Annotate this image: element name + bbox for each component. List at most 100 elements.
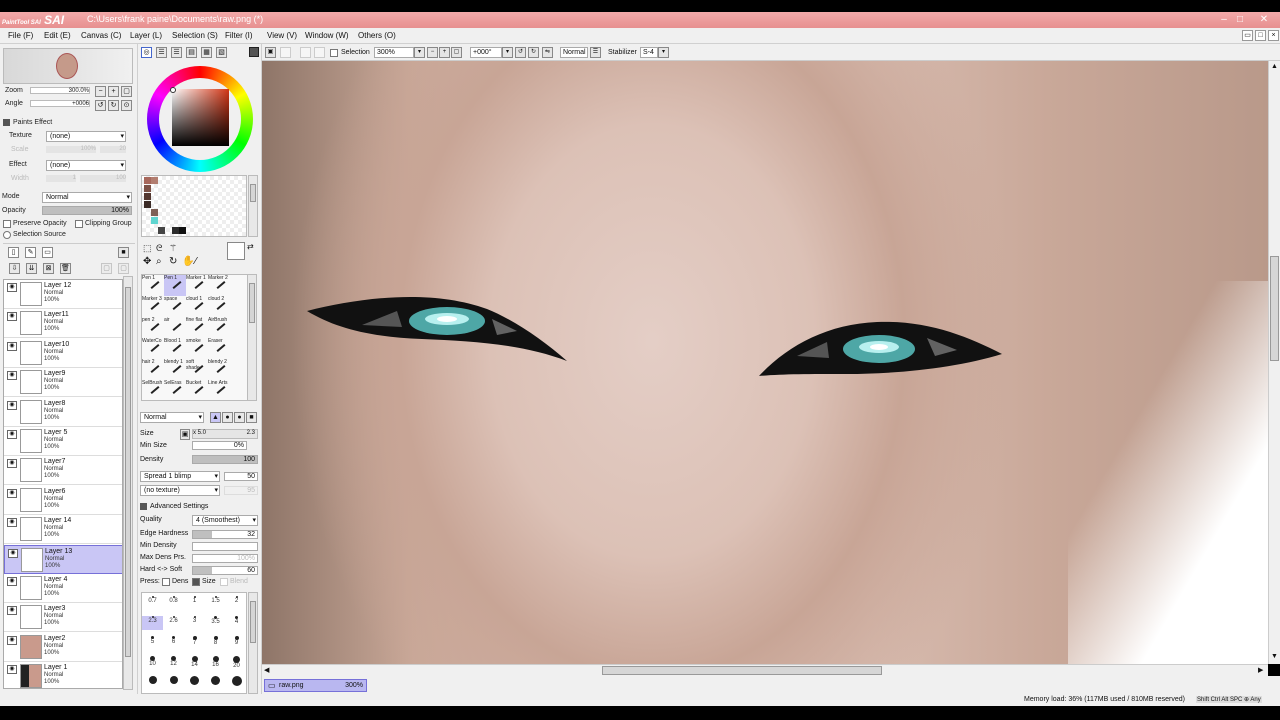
brush-tool[interactable]: space (164, 296, 186, 317)
view-mode-combo[interactable]: Normal (560, 47, 588, 58)
size-multiplier-button[interactable]: ▣ (180, 429, 190, 440)
brush-size-preset[interactable]: 2.6 (163, 616, 184, 630)
brush-size-preset[interactable]: 12 (163, 656, 184, 670)
scroll-left-icon[interactable]: ◀ (264, 666, 269, 674)
zoom-fit-icon[interactable]: ▢ (451, 47, 462, 58)
brush-tool[interactable]: Pen 1 (142, 275, 164, 296)
brush-size-preset[interactable]: 5 (142, 636, 163, 650)
layer-row[interactable]: ◉ Layer 5 Normal 100% (4, 427, 122, 456)
brush-tool[interactable]: Marker 2 (208, 275, 230, 296)
eye-icon[interactable]: ◉ (7, 283, 17, 292)
brush-size-preset[interactable] (184, 676, 205, 690)
brush-texture-select[interactable]: (no texture) (140, 485, 220, 496)
brush-shape-soft-button[interactable]: ● (222, 412, 233, 423)
paints-effect-collapse-icon[interactable] (3, 119, 10, 126)
brush-size-preset[interactable] (142, 676, 163, 690)
brush-tool[interactable]: Pen 1 (164, 275, 186, 296)
color-mix-tab[interactable]: ▤ (186, 47, 197, 58)
menu-canvas[interactable]: Canvas (C) (81, 31, 121, 40)
swatch-scrollbar[interactable] (248, 175, 258, 237)
mdi-maximize-button[interactable]: □ (1255, 30, 1266, 41)
brush-tool[interactable]: Line Arts (208, 380, 230, 401)
brush-tool[interactable]: Blood 1 (164, 338, 186, 359)
brush-shape-round-button[interactable]: ● (234, 412, 245, 423)
canvas-vertical-scroll-thumb[interactable] (1270, 256, 1279, 361)
lasso-icon[interactable]: ᘓ (156, 243, 162, 254)
hand-tool-icon[interactable]: ✋ (182, 256, 194, 267)
brush-size-preset[interactable]: 2.3 (142, 616, 163, 630)
apply-mask-button[interactable]: ▢ (101, 263, 112, 274)
brush-size-preset[interactable]: 16 (205, 656, 226, 670)
eye-icon[interactable]: ◉ (7, 665, 17, 675)
brush-tool[interactable]: SelEras (164, 380, 186, 401)
eye-icon[interactable]: ◉ (7, 312, 17, 322)
brush-shape-flat-button[interactable]: ■ (246, 412, 257, 423)
press-blend-checkbox[interactable] (220, 578, 228, 586)
layer-row[interactable]: ◉ Layer11 Normal 100% (4, 309, 122, 339)
brush-tool[interactable]: WaterCo (142, 338, 164, 359)
menu-selection[interactable]: Selection (S) (172, 31, 218, 40)
density-slider[interactable]: 100 (192, 455, 258, 464)
scroll-right-icon[interactable]: ▶ (1258, 666, 1263, 674)
quality-select[interactable]: 4 (Smoothest) (192, 515, 258, 526)
layer-list-scrollbar[interactable] (123, 276, 133, 690)
mdi-close-button[interactable]: × (1268, 30, 1279, 41)
eyedropper-icon[interactable]: ⁄ (195, 256, 197, 267)
canvas-horizontal-scroll-thumb[interactable] (602, 666, 882, 675)
magic-wand-icon[interactable]: ⚚ (169, 243, 177, 254)
rotate-ccw-icon[interactable]: ↺ (515, 47, 526, 58)
delete-layer-button[interactable]: 🗑 (60, 263, 71, 274)
brush-size-preset[interactable]: 20 (226, 656, 247, 670)
brush-tool[interactable]: blendy 2 (208, 359, 230, 380)
panel-toggle-icon[interactable] (249, 47, 259, 57)
zoom-reset-button[interactable]: ▢ (121, 86, 132, 97)
flip-icon[interactable]: ⇋ (542, 47, 553, 58)
brush-size-preset[interactable]: 1.5 (205, 596, 226, 610)
brush-tool[interactable]: cloud 2 (208, 296, 230, 317)
color-swatch[interactable] (158, 227, 165, 234)
menu-window[interactable]: Window (W) (305, 31, 349, 40)
new-linework-layer-button[interactable]: ✎ (25, 247, 36, 258)
brush-tool[interactable]: Bucket (186, 380, 208, 401)
layer-row[interactable]: ◉ Layer 13 Normal 100% (4, 544, 122, 574)
zoom-dropdown-icon[interactable]: ▾ (414, 47, 425, 58)
brush-tool[interactable]: smoke (186, 338, 208, 359)
layer-row[interactable]: ◉ Layer 1 Normal 100% (4, 662, 122, 688)
color-picker-handle[interactable] (170, 87, 176, 93)
canvas-horizontal-scrollbar[interactable]: ◀ ▶ (262, 664, 1268, 676)
brush-size-preset[interactable]: 7 (184, 636, 205, 650)
minimize-button[interactable]: – (1216, 13, 1232, 26)
eye-icon[interactable]: ◉ (7, 371, 17, 381)
brush-shape-select[interactable]: Spread 1 blimp (140, 471, 220, 482)
drawing-canvas[interactable] (262, 61, 1268, 664)
zoom-combo[interactable]: 300% (374, 47, 414, 58)
angle-combo[interactable]: +000° (470, 47, 502, 58)
eye-icon[interactable]: ◉ (8, 548, 18, 558)
selection-checkbox[interactable] (330, 49, 338, 57)
brush-size-preset[interactable]: 0.8 (163, 596, 184, 610)
brush-size-preset[interactable]: 1 (184, 596, 205, 610)
texture-select[interactable]: (none) (46, 131, 126, 142)
rotate-right-button[interactable]: ↻ (108, 100, 119, 111)
layer-row[interactable]: ◉ Layer8 Normal 100% (4, 397, 122, 427)
color-wheel[interactable] (147, 66, 253, 172)
layer-list-scroll-thumb[interactable] (125, 287, 131, 657)
swatch-palette[interactable] (141, 175, 247, 237)
navigator-thumbnail[interactable] (3, 48, 133, 84)
mdi-restore-button[interactable]: ▭ (1242, 30, 1253, 41)
rotate-reset-button[interactable]: ⊙ (121, 100, 132, 111)
brush-size-preset[interactable]: 3 (184, 616, 205, 630)
advanced-collapse-icon[interactable] (140, 503, 147, 510)
brush-tool[interactable]: cloud 1 (186, 296, 208, 317)
scroll-up-icon[interactable]: ▲ (1271, 63, 1278, 70)
layer-row[interactable]: ◉ Layer2 Normal 100% (4, 632, 122, 662)
zoom-tool-icon[interactable]: ⌕ (156, 256, 162, 267)
brush-size-preset[interactable] (163, 676, 184, 690)
effect-width-slider[interactable]: 1 (46, 175, 76, 182)
brush-tool[interactable]: AirBrush (208, 317, 230, 338)
deselect-icon[interactable] (314, 47, 325, 58)
canvas-menu-icon[interactable]: ▣ (265, 47, 276, 58)
color-swatch[interactable] (179, 227, 186, 234)
angle-slider[interactable]: +0006 (30, 100, 90, 107)
maximize-button[interactable]: □ (1232, 13, 1248, 26)
